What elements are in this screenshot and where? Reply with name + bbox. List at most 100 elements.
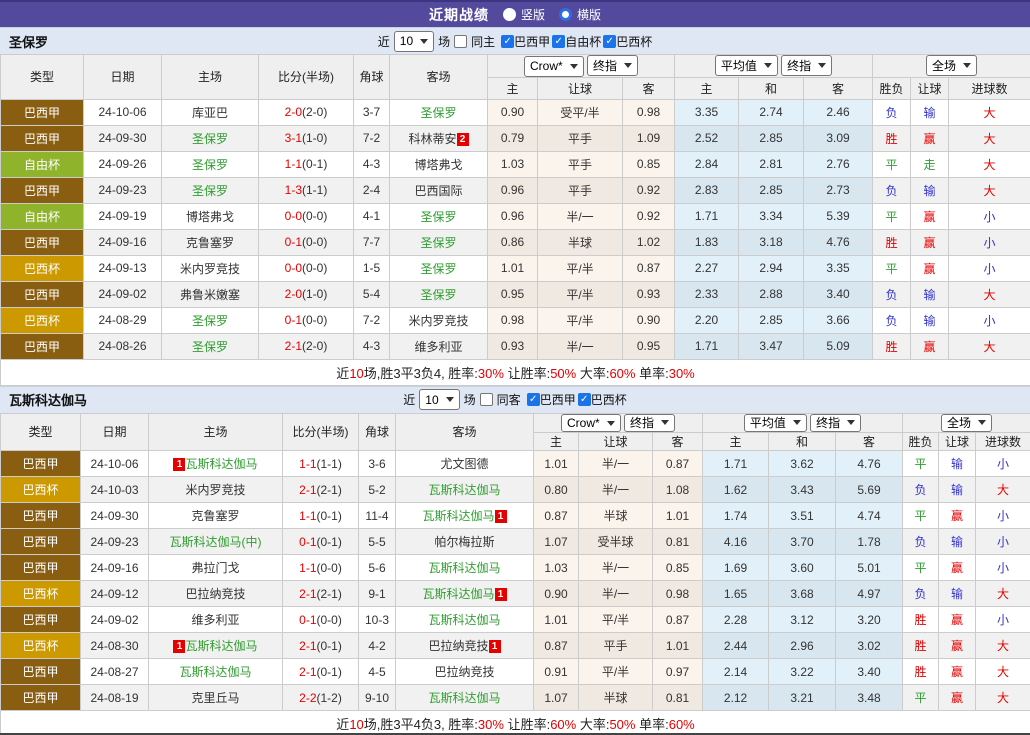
handicap-line-cell: 半/一	[538, 203, 623, 229]
recent-count-select[interactable]: 10	[419, 389, 459, 410]
competition-type-cell: 巴西甲	[1, 529, 81, 555]
score-cell: 2-1(0-1)	[283, 659, 359, 685]
league-filter-checkbox[interactable]: 自由杯	[552, 33, 601, 50]
bookmaker-select[interactable]: Crow*	[561, 414, 621, 432]
team-name-link[interactable]: 圣保罗	[420, 210, 456, 224]
recent-count-select[interactable]: 10	[394, 31, 434, 52]
team-name-link[interactable]: 圣保罗	[420, 236, 456, 250]
team-name-link[interactable]: 维多利亚	[191, 613, 239, 627]
team-name-link[interactable]: 圣保罗	[192, 184, 228, 198]
avg-home-odds-cell: 1.69	[703, 555, 769, 581]
team-name-link[interactable]: 库亚巴	[192, 106, 228, 120]
away-team-cell: 瓦斯科达伽马1	[396, 581, 534, 607]
team-name-link[interactable]: 瓦斯科达伽马(中)	[170, 535, 262, 549]
same-away-checkbox[interactable]	[480, 393, 493, 406]
col-avg-draw: 和	[739, 77, 804, 99]
handicap-home-odds-cell: 0.96	[488, 203, 538, 229]
league-filters: 巴西甲巴西杯	[525, 391, 627, 408]
result-cell: 平	[903, 451, 939, 477]
fulltime-score: 2-1	[299, 587, 316, 601]
team-name-link[interactable]: 圣保罗	[420, 262, 456, 276]
result-cell: 胜	[873, 125, 911, 151]
average-select[interactable]: 平均值	[715, 55, 778, 76]
team-name-link[interactable]: 克鲁塞罗	[191, 509, 239, 523]
halftime-score: (0-0)	[302, 235, 327, 249]
avg-away-odds-cell: 3.66	[804, 307, 873, 333]
team-name-link[interactable]: 瓦斯科达伽马	[428, 561, 500, 575]
team-name-link[interactable]: 克里丘马	[191, 691, 239, 705]
team-name-link[interactable]: 弗拉门戈	[191, 561, 239, 575]
team-name-link[interactable]: 巴拉纳竞技	[434, 665, 494, 679]
team-name-link[interactable]: 圣保罗	[420, 106, 456, 120]
league-filter-checkbox[interactable]: 巴西杯	[578, 391, 627, 408]
summary-stat-value: 30%	[669, 366, 695, 381]
team-name-link[interactable]: 克鲁塞罗	[186, 236, 234, 250]
team-name-link[interactable]: 圣保罗	[192, 314, 228, 328]
league-filter-checkbox[interactable]: 巴西甲	[501, 33, 550, 50]
bookmaker-select[interactable]: Crow*	[524, 56, 584, 77]
away-team-cell: 圣保罗	[390, 281, 488, 307]
away-team-cell: 巴拉纳竞技	[396, 659, 534, 685]
avg-stage-select[interactable]: 终指	[781, 55, 832, 76]
team-name-link[interactable]: 维多利亚	[414, 340, 462, 354]
avg-draw-odds-cell: 2.81	[739, 151, 804, 177]
select-value: 终指	[787, 57, 811, 74]
corner-count-cell: 11-4	[359, 503, 396, 529]
scope-select[interactable]: 全场	[941, 414, 992, 432]
odds-stage-select[interactable]: 终指	[587, 55, 638, 76]
team-name-link[interactable]: 瓦斯科达伽马	[185, 639, 257, 653]
team-name-link[interactable]: 帕尔梅拉斯	[434, 535, 494, 549]
team-name-link[interactable]: 科林蒂安	[408, 132, 456, 146]
average-select[interactable]: 平均值	[744, 414, 807, 432]
col-goals: 进球数	[976, 433, 1030, 451]
handicap-away-odds-cell: 0.85	[653, 555, 703, 581]
team-name-link[interactable]: 博塔弗戈	[186, 210, 234, 224]
col-date: 日期	[84, 55, 162, 100]
team-name-link[interactable]: 圣保罗	[192, 158, 228, 172]
away-team-cell: 瓦斯科达伽马	[396, 477, 534, 503]
halftime-score: (0-0)	[302, 313, 327, 327]
same-home-checkbox[interactable]	[454, 35, 467, 48]
handicap-home-odds-cell: 1.07	[534, 685, 579, 711]
league-filter-checkbox[interactable]: 巴西杯	[603, 33, 652, 50]
rank-badge: 1	[489, 640, 501, 653]
team-name-link[interactable]: 圣保罗	[192, 132, 228, 146]
away-team-cell: 圣保罗	[390, 255, 488, 281]
competition-type-cell: 巴西甲	[1, 125, 84, 151]
avg-draw-odds-cell: 2.96	[769, 633, 836, 659]
handicap-result-cell: 赢	[939, 659, 976, 685]
team-name-link[interactable]: 瓦斯科达伽马	[428, 483, 500, 497]
team-name-link[interactable]: 巴拉纳竞技	[185, 587, 245, 601]
team-name-link[interactable]: 弗鲁米嫩塞	[180, 288, 240, 302]
team-name-link[interactable]: 瓦斯科达伽马	[179, 665, 251, 679]
team-name-link[interactable]: 瓦斯科达伽马	[428, 613, 500, 627]
team-name-link[interactable]: 瓦斯科达伽马	[185, 457, 257, 471]
handicap-line-cell: 半/一	[579, 555, 653, 581]
team-name-link[interactable]: 瓦斯科达伽马	[422, 509, 494, 523]
team-name-link[interactable]: 尤文图德	[440, 457, 488, 471]
avg-home-odds-cell: 2.83	[675, 177, 739, 203]
home-team-cell: 圣保罗	[162, 151, 259, 177]
team-name-link[interactable]: 米内罗竞技	[180, 262, 240, 276]
radio-horizontal-layout[interactable]: 横版	[559, 6, 601, 23]
team-name-link[interactable]: 巴西国际	[414, 184, 462, 198]
summary-stat-value: 60%	[609, 366, 635, 381]
team-name-link[interactable]: 瓦斯科达伽马	[428, 691, 500, 705]
radio-vertical-layout[interactable]: 竖版	[503, 6, 545, 23]
team-name-link[interactable]: 博塔弗戈	[414, 158, 462, 172]
team-name-link[interactable]: 巴拉纳竞技	[428, 639, 488, 653]
scope-select[interactable]: 全场	[926, 55, 977, 76]
summary-line: 近10场,胜3平3负4, 胜率:30% 让胜率:50% 大率:60% 单率:30…	[336, 366, 694, 381]
team-name-link[interactable]: 圣保罗	[192, 340, 228, 354]
league-filter-checkbox[interactable]: 巴西甲	[527, 391, 576, 408]
odds-stage-select[interactable]: 终指	[624, 414, 675, 432]
team-name-link[interactable]: 米内罗竞技	[408, 314, 468, 328]
team-name-link[interactable]: 圣保罗	[420, 288, 456, 302]
avg-stage-select[interactable]: 终指	[810, 414, 861, 432]
radio-horizontal-label: 横版	[577, 6, 601, 23]
handicap-result-cell: 输	[939, 451, 976, 477]
home-team-cell: 维多利亚	[149, 607, 283, 633]
handicap-line-cell: 半球	[538, 229, 623, 255]
team-name-link[interactable]: 米内罗竞技	[185, 483, 245, 497]
team-name-link[interactable]: 瓦斯科达伽马	[422, 587, 494, 601]
